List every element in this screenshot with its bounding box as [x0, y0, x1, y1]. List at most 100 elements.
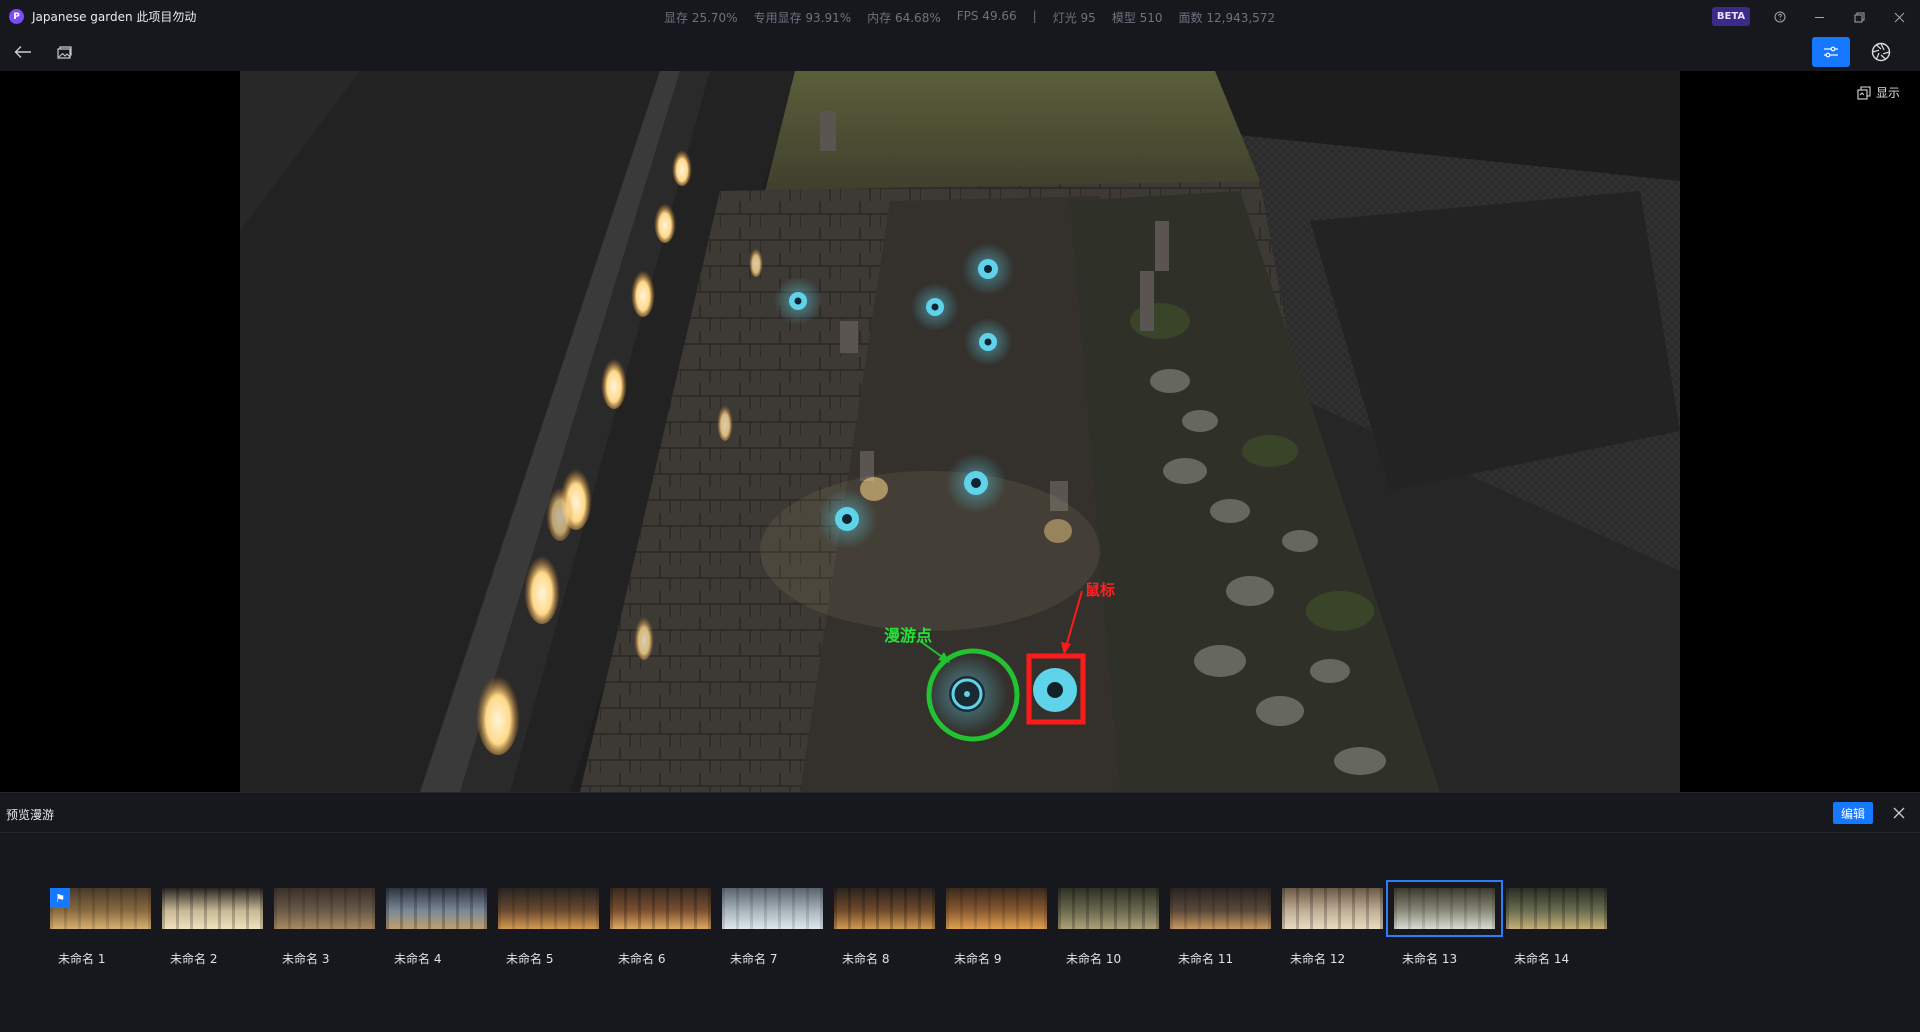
- help-button[interactable]: [1769, 6, 1791, 28]
- roam-thumbnail-image[interactable]: [722, 888, 823, 929]
- roam-thumbnail-label: 未命名 3: [282, 952, 330, 966]
- thumbnail-scene-detail: [946, 888, 1047, 929]
- stat-faces: 面数 12,943,572: [1178, 11, 1276, 25]
- roam-thumbnail-image[interactable]: ⚑: [50, 888, 151, 929]
- roam-thumbnail-image[interactable]: [1506, 888, 1607, 929]
- roam-thumbnail-item[interactable]: 未命名 14: [1506, 888, 1607, 966]
- thumbnail-scene-detail: [1394, 888, 1495, 929]
- image-icon: [56, 45, 72, 59]
- roam-thumbnail-label: 未命名 4: [394, 952, 442, 966]
- settings-button[interactable]: [1812, 37, 1850, 67]
- thumbnail-scene-detail: [1506, 888, 1607, 929]
- roam-panel-header: 预览漫游: [0, 792, 1920, 833]
- stat-dedicated-vram: 专用显存 93.91%: [753, 11, 852, 25]
- roam-thumbnail-item[interactable]: 未命名 8: [834, 888, 935, 966]
- window-close-button[interactable]: [1888, 6, 1910, 28]
- edit-button[interactable]: 编辑: [1833, 802, 1873, 824]
- roam-thumbnail-label: 未命名 6: [618, 952, 666, 966]
- roam-thumbnail-image[interactable]: [834, 888, 935, 929]
- roam-thumbnail-label: 未命名 8: [842, 952, 890, 966]
- thumbnail-scene-detail: [834, 888, 935, 929]
- restore-icon: [1854, 12, 1864, 22]
- thumbnail-scene-detail: [1282, 888, 1383, 929]
- app-logo-icon: P: [9, 9, 24, 24]
- minimize-button[interactable]: [1808, 6, 1830, 28]
- roam-thumbnail-item[interactable]: 未命名 13: [1386, 880, 1503, 966]
- roam-thumbnail-item[interactable]: 未命名 2: [162, 888, 263, 966]
- help-icon: [1774, 11, 1786, 23]
- roam-thumbnail-item[interactable]: 未命名 10: [1058, 888, 1159, 966]
- garden-scene-image: [240, 71, 1680, 792]
- roam-panel-body: [0, 833, 1920, 1032]
- thumbnail-scene-detail: [610, 888, 711, 929]
- thumbnail-scene-detail: [162, 888, 263, 929]
- roam-thumbnail-item[interactable]: 未命名 7: [722, 888, 823, 966]
- roam-thumbnail-item[interactable]: ⚑ 未命名 1: [50, 888, 151, 966]
- roam-thumbnail-label: 未命名 14: [1514, 952, 1570, 966]
- display-label: 显示: [1876, 86, 1901, 100]
- back-button[interactable]: [10, 39, 36, 65]
- thumbnail-scene-detail: [498, 888, 599, 929]
- roam-thumbnail-item[interactable]: 未命名 4: [386, 888, 487, 966]
- thumbnail-scene-detail: [722, 888, 823, 929]
- close-icon: [1894, 12, 1904, 22]
- thumbnail-scene-detail: [274, 888, 375, 929]
- restore-button[interactable]: [1848, 6, 1870, 28]
- roam-thumbnail-item[interactable]: 未命名 3: [274, 888, 375, 966]
- stat-fps: FPS 49.66: [956, 9, 1017, 23]
- roam-thumbnail-image[interactable]: [946, 888, 1047, 929]
- minimize-icon: [1814, 16, 1824, 18]
- roam-thumbnail-label: 未命名 12: [1290, 952, 1346, 966]
- close-icon: [1893, 807, 1905, 819]
- aperture-icon: [1871, 42, 1891, 62]
- image-button[interactable]: [51, 39, 77, 65]
- layers-icon: [1857, 85, 1871, 100]
- garden-scene-render[interactable]: 漫游点 鼠标: [240, 71, 1680, 792]
- project-title: Japanese garden 此项目勿动: [32, 10, 197, 24]
- roam-thumbnail-label: 未命名 13: [1402, 952, 1458, 966]
- roam-thumbnail-image[interactable]: [386, 888, 487, 929]
- mouse-annotation-label: 鼠标: [1085, 581, 1116, 599]
- roam-thumbnail-item[interactable]: 未命名 12: [1282, 888, 1383, 966]
- roam-thumbnail-image[interactable]: [1282, 888, 1383, 929]
- stat-memory: 内存 64.68%: [867, 11, 941, 25]
- thumbnail-scene-detail: [1058, 888, 1159, 929]
- roam-thumbnail-label: 未命名 5: [506, 952, 554, 966]
- beta-badge: BETA: [1712, 7, 1750, 26]
- roam-thumbnail-image[interactable]: [274, 888, 375, 929]
- roam-thumbnail-image[interactable]: [1386, 880, 1503, 937]
- roam-thumbnail-image[interactable]: [1058, 888, 1159, 929]
- display-toggle[interactable]: 显示: [1857, 84, 1900, 101]
- roam-thumbnail-label: 未命名 2: [170, 952, 218, 966]
- roam-thumbnail-label: 未命名 7: [730, 952, 778, 966]
- thumbnail-scene-detail: [386, 888, 487, 929]
- roam-thumbnail-image[interactable]: [610, 888, 711, 929]
- roam-thumbnail-item[interactable]: 未命名 9: [946, 888, 1047, 966]
- roam-thumbnail-label: 未命名 10: [1066, 952, 1122, 966]
- arrow-left-icon: [14, 46, 31, 58]
- 3d-viewport[interactable]: 漫游点 鼠标: [0, 71, 1920, 792]
- roam-thumbnail-item[interactable]: 未命名 11: [1170, 888, 1271, 966]
- stat-lights: 灯光 95: [1052, 11, 1096, 25]
- roam-point-annotation-label: 漫游点: [884, 626, 933, 645]
- panel-title: 预览漫游: [6, 808, 55, 822]
- roam-thumbnail-label: 未命名 1: [58, 952, 106, 966]
- performance-stats: 显存 25.70% 专用显存 93.91% 内存 64.68% FPS 49.6…: [664, 9, 1275, 26]
- thumbnail-scene-detail: [1170, 888, 1271, 929]
- panel-close-button[interactable]: [1888, 802, 1910, 824]
- sliders-icon: [1824, 46, 1838, 58]
- roam-thumbnail-image[interactable]: [162, 888, 263, 929]
- roam-thumbnail-label: 未命名 11: [1178, 952, 1234, 966]
- roam-thumbnail-label: 未命名 9: [954, 952, 1002, 966]
- roam-thumbnail-item[interactable]: 未命名 5: [498, 888, 599, 966]
- roam-thumbnail-image[interactable]: [1170, 888, 1271, 929]
- render-button[interactable]: [1868, 38, 1894, 66]
- stat-models: 模型 510: [1111, 11, 1163, 25]
- toolbar: [0, 33, 1920, 71]
- title-bar: P Japanese garden 此项目勿动 显存 25.70% 专用显存 9…: [0, 0, 1920, 33]
- roam-thumbnail-image[interactable]: [498, 888, 599, 929]
- start-flag-icon: ⚑: [50, 888, 70, 908]
- stat-vram: 显存 25.70%: [664, 11, 738, 25]
- roam-thumbnail-item[interactable]: 未命名 6: [610, 888, 711, 966]
- stat-separator: |: [1032, 9, 1037, 23]
